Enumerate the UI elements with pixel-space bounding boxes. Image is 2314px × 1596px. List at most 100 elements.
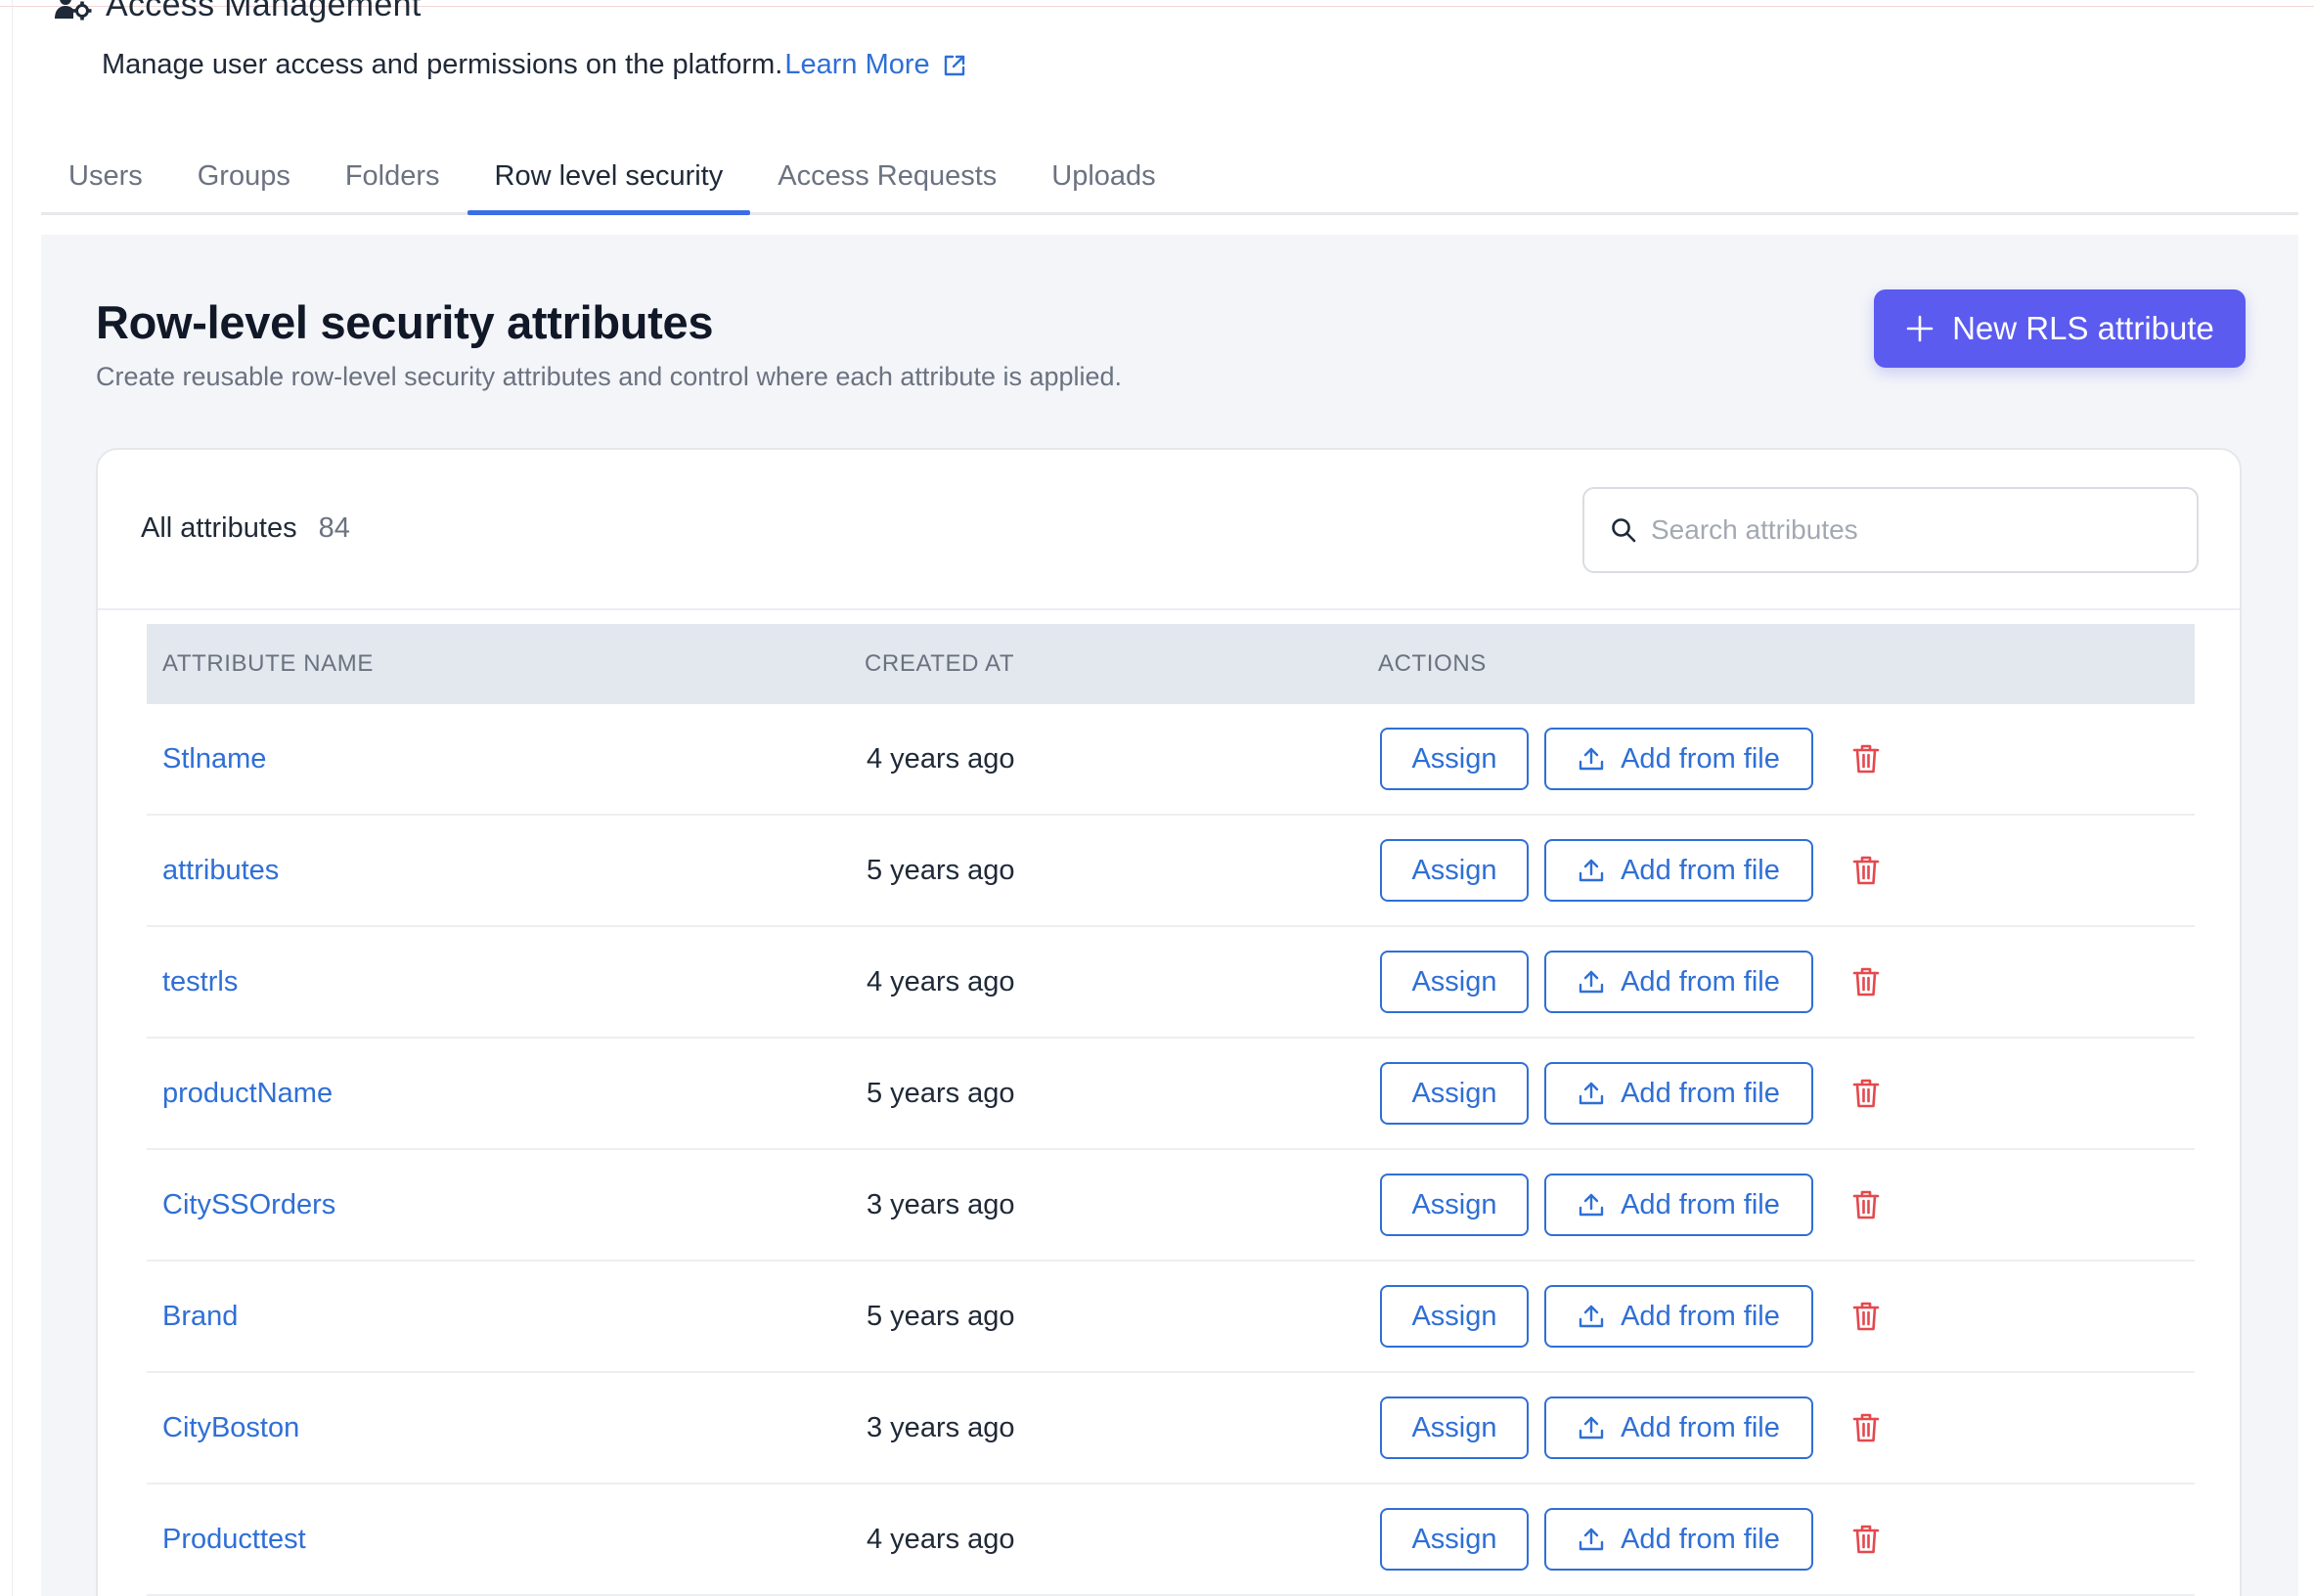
assign-label: Assign	[1411, 1411, 1497, 1443]
upload-icon	[1579, 970, 1604, 994]
attribute-name-link[interactable]: Stlname	[147, 743, 863, 776]
created-at-text: 4 years ago	[867, 965, 1015, 998]
tab-folders[interactable]: Folders	[318, 147, 467, 212]
assign-button[interactable]: Assign	[1380, 1174, 1529, 1236]
assign-button[interactable]: Assign	[1380, 1285, 1529, 1348]
table-body: Stlname 4 years ago Assign Add from file…	[147, 704, 2195, 1596]
delete-button[interactable]	[1847, 1408, 1886, 1447]
trash-icon	[1852, 1079, 1880, 1108]
add-from-file-label: Add from file	[1621, 1523, 1780, 1555]
assign-button[interactable]: Assign	[1380, 1508, 1529, 1571]
add-from-file-label: Add from file	[1621, 1300, 1780, 1332]
upload-icon	[1579, 747, 1604, 771]
table-row: CitySSOrders 3 years ago Assign Add from…	[147, 1150, 2195, 1262]
tab-access-requests[interactable]: Access Requests	[750, 147, 1024, 212]
table-row: testrls 4 years ago Assign Add from file	[147, 927, 2195, 1039]
assign-button[interactable]: Assign	[1380, 1396, 1529, 1459]
content-panel: Row-level security attributes Create reu…	[41, 235, 2298, 1596]
learn-more-label: Learn More	[784, 49, 930, 80]
add-from-file-button[interactable]: Add from file	[1544, 1062, 1813, 1125]
subtitle-text: Manage user access and permissions on th…	[102, 49, 783, 80]
add-from-file-button[interactable]: Add from file	[1544, 1174, 1813, 1236]
row-actions: Assign Add from file	[1378, 1396, 2195, 1459]
row-actions: Assign Add from file	[1378, 1508, 2195, 1571]
tab-label: Access Requests	[778, 160, 998, 192]
column-header-attribute-name[interactable]: ATTRIBUTE NAME	[147, 650, 863, 678]
trash-icon	[1852, 1413, 1880, 1442]
attribute-name-link[interactable]: Producttest	[147, 1524, 863, 1556]
created-at-text: 5 years ago	[867, 854, 1015, 886]
tab-label: Folders	[344, 160, 440, 192]
upload-icon	[1579, 1416, 1604, 1440]
table-row: CityBoston 3 years ago Assign Add from f…	[147, 1373, 2195, 1485]
section-description: Create reusable row-level security attri…	[96, 362, 1123, 391]
row-actions: Assign Add from file	[1378, 728, 2195, 790]
trash-icon	[1852, 1525, 1880, 1554]
delete-button[interactable]	[1847, 1185, 1886, 1224]
add-from-file-button[interactable]: Add from file	[1544, 951, 1813, 1013]
upload-icon	[1579, 1082, 1604, 1105]
attribute-name-link[interactable]: CityBoston	[147, 1412, 863, 1444]
trash-icon	[1852, 1190, 1880, 1219]
attribute-name-link[interactable]: CitySSOrders	[147, 1189, 863, 1221]
all-attributes-label: All attributes 84	[141, 512, 350, 545]
new-rls-attribute-button[interactable]: New RLS attribute	[1874, 289, 2246, 368]
created-at-text: 5 years ago	[867, 1300, 1015, 1332]
created-at-text: 4 years ago	[867, 742, 1015, 775]
attribute-name-link[interactable]: productName	[147, 1078, 863, 1110]
new-button-label: New RLS attribute	[1952, 310, 2214, 346]
delete-button[interactable]	[1847, 1297, 1886, 1336]
tab-label: Groups	[197, 160, 290, 192]
assign-button[interactable]: Assign	[1380, 951, 1529, 1013]
created-at-text: 3 years ago	[867, 1411, 1015, 1443]
upload-icon	[1579, 1193, 1604, 1217]
assign-label: Assign	[1411, 1188, 1497, 1220]
trash-icon	[1852, 967, 1880, 997]
page: Access Management Manage user access and…	[0, 0, 2314, 1596]
delete-button[interactable]	[1847, 739, 1886, 778]
trash-icon	[1852, 744, 1880, 774]
delete-button[interactable]	[1847, 851, 1886, 890]
upload-icon	[1579, 1528, 1604, 1551]
upload-icon	[1579, 859, 1604, 882]
add-from-file-button[interactable]: Add from file	[1544, 1285, 1813, 1348]
delete-button[interactable]	[1847, 1074, 1886, 1113]
add-from-file-label: Add from file	[1621, 965, 1780, 998]
assign-button[interactable]: Assign	[1380, 728, 1529, 790]
section-title: Row-level security attributes	[96, 296, 714, 348]
table-row: Producttest 4 years ago Assign Add from …	[147, 1485, 2195, 1596]
users-gear-icon	[55, 0, 92, 20]
add-from-file-button[interactable]: Add from file	[1544, 1508, 1813, 1571]
tab-label: Row level security	[494, 160, 724, 192]
search-input[interactable]	[1651, 514, 2197, 546]
tab-row-level-security[interactable]: Row level security	[467, 147, 751, 215]
assign-button[interactable]: Assign	[1380, 839, 1529, 902]
row-actions: Assign Add from file	[1378, 951, 2195, 1013]
row-actions: Assign Add from file	[1378, 1285, 2195, 1348]
created-at-text: 5 years ago	[867, 1077, 1015, 1109]
all-attributes-text: All attributes	[141, 512, 297, 544]
delete-button[interactable]	[1847, 1520, 1886, 1559]
attribute-name-link[interactable]: testrls	[147, 966, 863, 998]
attribute-count: 84	[318, 512, 350, 544]
add-from-file-button[interactable]: Add from file	[1544, 728, 1813, 790]
learn-more-link[interactable]: Learn More	[784, 49, 966, 81]
assign-label: Assign	[1411, 965, 1497, 998]
created-at-text: 4 years ago	[867, 1523, 1015, 1555]
column-header-created-at[interactable]: CREATED AT	[863, 650, 1378, 678]
tab-users[interactable]: Users	[41, 147, 170, 212]
tab-groups[interactable]: Groups	[170, 147, 318, 212]
search-box[interactable]	[1582, 487, 2199, 573]
tab-uploads[interactable]: Uploads	[1024, 147, 1182, 212]
assign-button[interactable]: Assign	[1380, 1062, 1529, 1125]
tab-bar: Users Groups Folders Row level security …	[41, 147, 2298, 215]
trash-icon	[1852, 1302, 1880, 1331]
add-from-file-button[interactable]: Add from file	[1544, 1396, 1813, 1459]
attribute-name-link[interactable]: Brand	[147, 1301, 863, 1333]
attribute-name-link[interactable]: attributes	[147, 855, 863, 887]
delete-button[interactable]	[1847, 962, 1886, 1001]
attributes-card: All attributes 84 ATTRIBUTE NAME CREATED …	[96, 448, 2242, 1596]
assign-label: Assign	[1411, 1300, 1497, 1332]
add-from-file-button[interactable]: Add from file	[1544, 839, 1813, 902]
created-at-text: 3 years ago	[867, 1188, 1015, 1220]
